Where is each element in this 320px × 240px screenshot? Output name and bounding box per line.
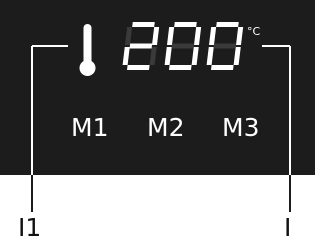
segment-d <box>168 65 192 70</box>
segment-a <box>174 22 197 27</box>
mode-m1: M1 <box>71 113 108 142</box>
segment-d <box>127 65 150 70</box>
segment-g <box>171 43 195 49</box>
callout-label-right: I <box>284 213 291 240</box>
segment-g <box>213 43 237 49</box>
segment-a <box>132 22 155 27</box>
segment-d <box>210 65 234 70</box>
callout-label-left: I1 <box>18 213 41 240</box>
segment-a <box>216 22 239 27</box>
mode-m3: M3 <box>222 113 259 142</box>
segment-g <box>129 43 153 49</box>
display-panel <box>0 0 315 175</box>
temperature-unit: °C <box>247 25 261 38</box>
mode-m2: M2 <box>147 113 184 142</box>
appliance-display-diagram: 200 °C M1 M2 M3 I1 I <box>0 0 315 240</box>
